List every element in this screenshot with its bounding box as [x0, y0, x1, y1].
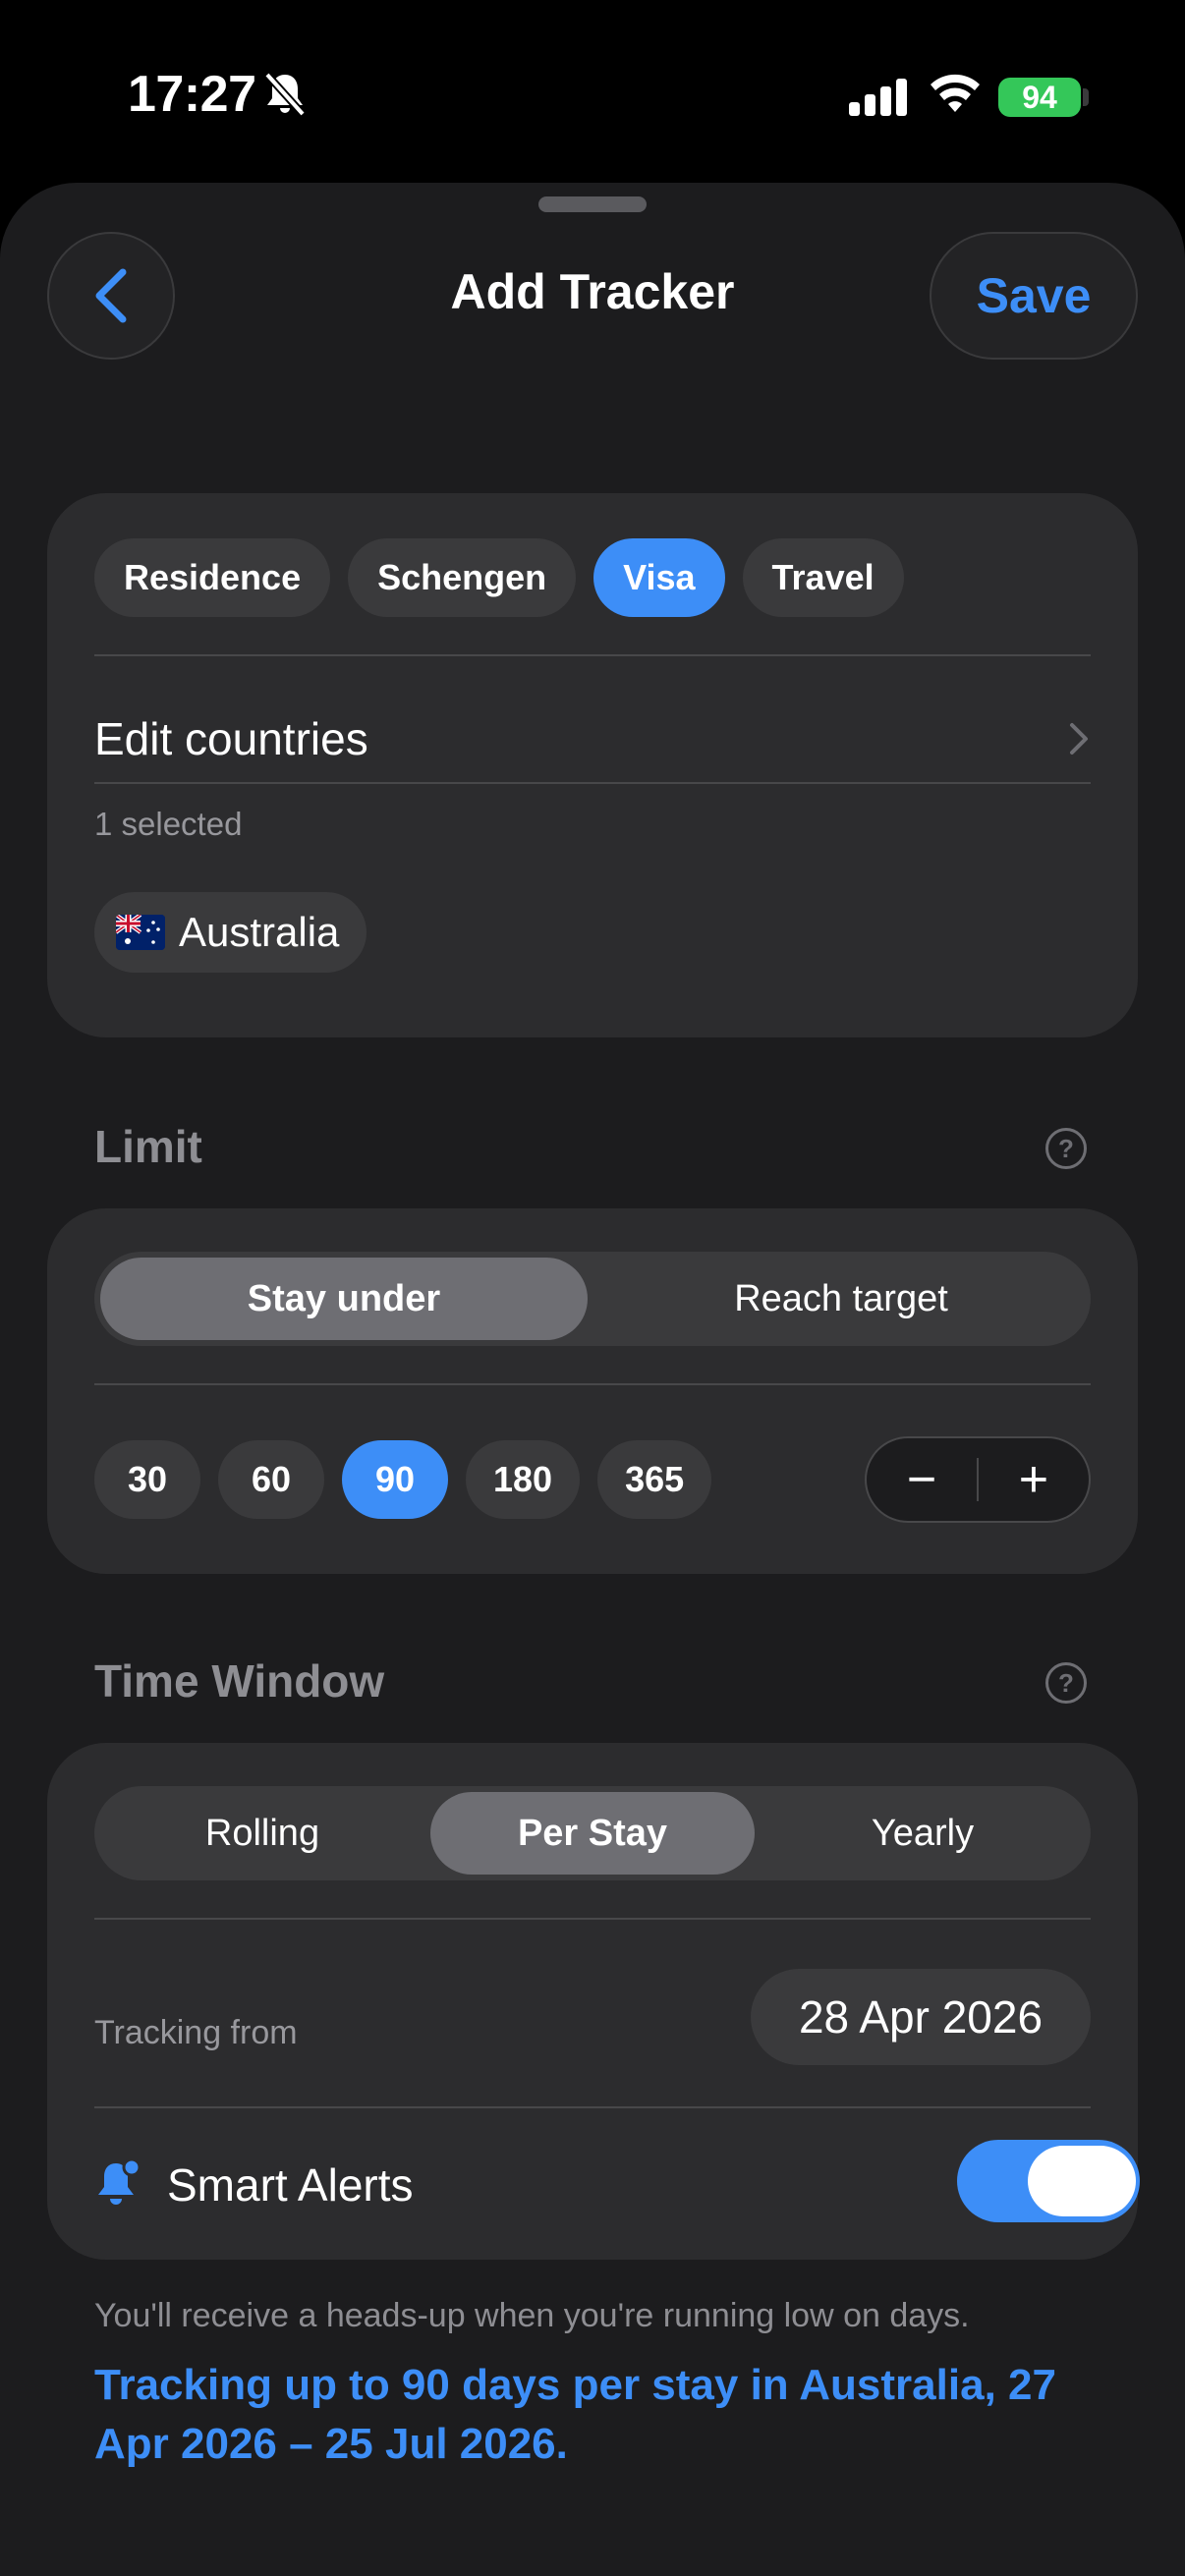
tracking-from-label: Tracking from: [94, 2014, 298, 2051]
alerts-footnote: You'll receive a heads-up when you're ru…: [94, 2297, 970, 2334]
country-chip-australia[interactable]: Australia: [94, 892, 367, 973]
divider: [94, 1383, 1091, 1385]
selected-count: 1 selected: [94, 806, 243, 842]
limit-title: Limit: [94, 1121, 202, 1172]
segment-per-stay[interactable]: Per Stay: [430, 1792, 755, 1875]
category-chips: Residence Schengen Visa Travel: [94, 538, 904, 617]
sheet-grabber[interactable]: [538, 196, 647, 212]
limit-presets: 30 60 90 180 365: [94, 1440, 712, 1519]
smart-alerts-row: Smart Alerts: [94, 2140, 1150, 2226]
time-window-help-icon[interactable]: ?: [1045, 1662, 1087, 1704]
status-time: 17:27: [128, 66, 256, 123]
category-chip-residence[interactable]: Residence: [94, 538, 331, 617]
country-name: Australia: [179, 909, 340, 955]
preset-90[interactable]: 90: [342, 1440, 448, 1519]
limit-help-icon[interactable]: ?: [1045, 1128, 1087, 1169]
segment-rolling[interactable]: Rolling: [100, 1792, 424, 1875]
preset-365[interactable]: 365: [597, 1440, 712, 1519]
edit-countries-label: Edit countries: [94, 713, 368, 764]
divider: [94, 782, 1091, 784]
increment-button[interactable]: +: [979, 1438, 1089, 1521]
limit-stepper: − +: [865, 1436, 1091, 1523]
category-chip-travel[interactable]: Travel: [742, 538, 904, 617]
segment-stay-under[interactable]: Stay under: [100, 1258, 588, 1340]
bell-slash-icon: [264, 72, 306, 117]
smart-alerts-toggle[interactable]: [957, 2140, 1140, 2222]
chevron-right-icon: [1070, 723, 1088, 755]
wifi-icon: [931, 74, 980, 112]
segment-yearly[interactable]: Yearly: [761, 1792, 1085, 1875]
toggle-knob: [1028, 2146, 1136, 2216]
category-chip-schengen[interactable]: Schengen: [348, 538, 577, 617]
battery-nub: [1083, 88, 1089, 106]
save-button[interactable]: Save: [930, 232, 1138, 360]
divider: [94, 2106, 1091, 2108]
tracking-from-date-picker[interactable]: 28 Apr 2026: [751, 1969, 1091, 2065]
time-window-title: Time Window: [94, 1655, 385, 1707]
battery-indicator: 94: [998, 78, 1081, 117]
divider: [94, 1918, 1091, 1920]
limit-card: Stay under Reach target 30 60 90 180 365…: [47, 1208, 1138, 1574]
countries-card: Residence Schengen Visa Travel Edit coun…: [47, 493, 1138, 1037]
divider: [94, 654, 1091, 656]
bell-badge-icon: [98, 2157, 141, 2205]
preset-180[interactable]: 180: [466, 1440, 581, 1519]
australia-flag-icon: [116, 915, 165, 950]
status-bar: 17:27 94: [0, 0, 1185, 187]
decrement-button[interactable]: −: [867, 1438, 977, 1521]
preset-30[interactable]: 30: [94, 1440, 200, 1519]
edit-countries-row[interactable]: Edit countries: [94, 700, 1091, 778]
time-window-segmented: Rolling Per Stay Yearly: [94, 1786, 1091, 1880]
tracker-summary: Tracking up to 90 days per stay in Austr…: [94, 2361, 1056, 2468]
preset-60[interactable]: 60: [218, 1440, 324, 1519]
category-chip-visa[interactable]: Visa: [593, 538, 725, 617]
limit-mode-segmented: Stay under Reach target: [94, 1252, 1091, 1346]
time-window-card: Rolling Per Stay Yearly Tracking from 28…: [47, 1743, 1140, 2260]
smart-alerts-label: Smart Alerts: [167, 2159, 414, 2211]
cellular-signal-icon: [849, 79, 907, 116]
segment-reach-target[interactable]: Reach target: [597, 1258, 1085, 1340]
